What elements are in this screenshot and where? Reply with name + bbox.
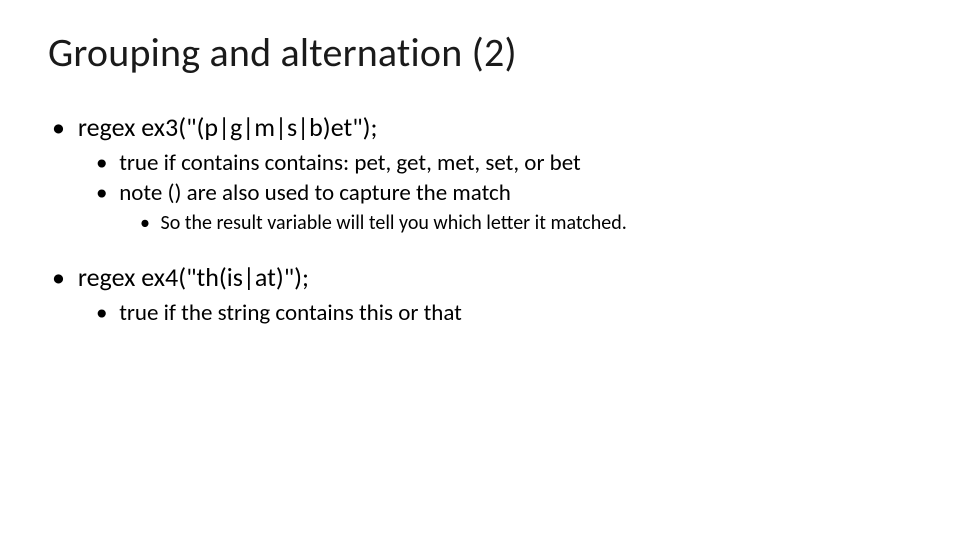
bullet-list-level2: true if the string contains this or that [52, 299, 912, 327]
bullet-list-level2: true if contains contains: pet, get, met… [52, 149, 912, 235]
list-item: true if the string contains this or that [96, 299, 912, 327]
bullet-list-level3: So the result variable will tell you whi… [96, 211, 912, 235]
list-item: true if contains contains: pet, get, met… [96, 149, 912, 177]
list-item: So the result variable will tell you whi… [140, 211, 912, 235]
bullet-text: regex ex4("th(is|at)"); [78, 261, 309, 293]
list-item: note () are also used to capture the mat… [96, 179, 912, 235]
bullet-text: note () are also used to capture the mat… [119, 179, 511, 207]
slide: Grouping and alternation (2) regex ex3("… [0, 0, 960, 540]
list-item: regex ex3("(p|g|m|s|b)et"); true if cont… [52, 111, 912, 235]
bullet-text: true if contains contains: pet, get, met… [119, 149, 581, 177]
bullet-list-level1: regex ex3("(p|g|m|s|b)et"); true if cont… [52, 111, 912, 327]
bullet-text: So the result variable will tell you whi… [161, 211, 627, 235]
bullet-text: regex ex3("(p|g|m|s|b)et"); [78, 111, 378, 143]
bullet-text: true if the string contains this or that [119, 299, 462, 327]
slide-title: Grouping and alternation (2) [48, 28, 912, 77]
list-item: regex ex4("th(is|at)"); true if the stri… [52, 261, 912, 327]
